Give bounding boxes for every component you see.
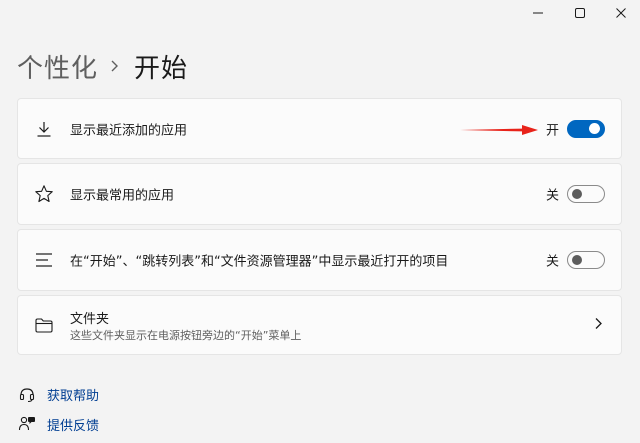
setting-most-used-apps: 显示最常用的应用 关	[17, 163, 622, 225]
recently-added-toggle[interactable]	[567, 119, 605, 138]
title-bar	[0, 0, 640, 28]
chevron-right-icon	[593, 316, 603, 335]
minimize-icon	[533, 12, 543, 14]
get-help-link[interactable]: 获取帮助	[17, 384, 99, 404]
close-icon	[616, 8, 626, 18]
get-help-label[interactable]: 获取帮助	[47, 385, 99, 404]
setting-label: 显示最近添加的应用	[70, 123, 188, 138]
breadcrumb-parent[interactable]: 个性化	[17, 48, 98, 85]
annotation-arrow	[460, 125, 538, 135]
toggle-state-label: 关	[545, 188, 559, 204]
list-icon	[34, 250, 54, 270]
setting-recently-opened-items: 在“开始”、“跳转列表”和“文件资源管理器”中显示最近打开的项目 关	[17, 229, 622, 291]
setting-label: 文件夹	[70, 312, 110, 327]
close-button[interactable]	[601, 0, 640, 26]
toggle-knob	[589, 123, 600, 134]
recently-opened-toggle[interactable]	[567, 251, 605, 269]
minimize-button[interactable]	[518, 0, 558, 26]
setting-description: 这些文件夹显示在电源按钮旁边的“开始”菜单上	[70, 329, 302, 342]
toggle-knob	[572, 189, 582, 199]
maximize-icon	[575, 8, 585, 18]
page-title: 开始	[134, 53, 189, 84]
toggle-state-label: 开	[545, 123, 559, 138]
download-icon	[34, 119, 54, 139]
maximize-button[interactable]	[560, 0, 600, 26]
toggle-state-label: 关	[545, 254, 559, 270]
chevron-right-icon	[110, 59, 120, 73]
setting-label: 显示最常用的应用	[70, 188, 175, 204]
toggle-knob	[572, 255, 582, 265]
help-icon	[17, 384, 37, 404]
give-feedback-link[interactable]: 提供反馈	[17, 414, 99, 434]
setting-label: 在“开始”、“跳转列表”和“文件资源管理器”中显示最近打开的项目	[70, 254, 449, 270]
folder-icon	[34, 315, 54, 335]
setting-folders[interactable]: 文件夹 这些文件夹显示在电源按钮旁边的“开始”菜单上	[17, 295, 622, 355]
most-used-toggle[interactable]	[567, 185, 605, 203]
star-icon	[34, 184, 54, 204]
give-feedback-label[interactable]: 提供反馈	[47, 415, 99, 434]
breadcrumb: 个性化 开始	[17, 46, 188, 86]
feedback-icon	[17, 414, 37, 434]
